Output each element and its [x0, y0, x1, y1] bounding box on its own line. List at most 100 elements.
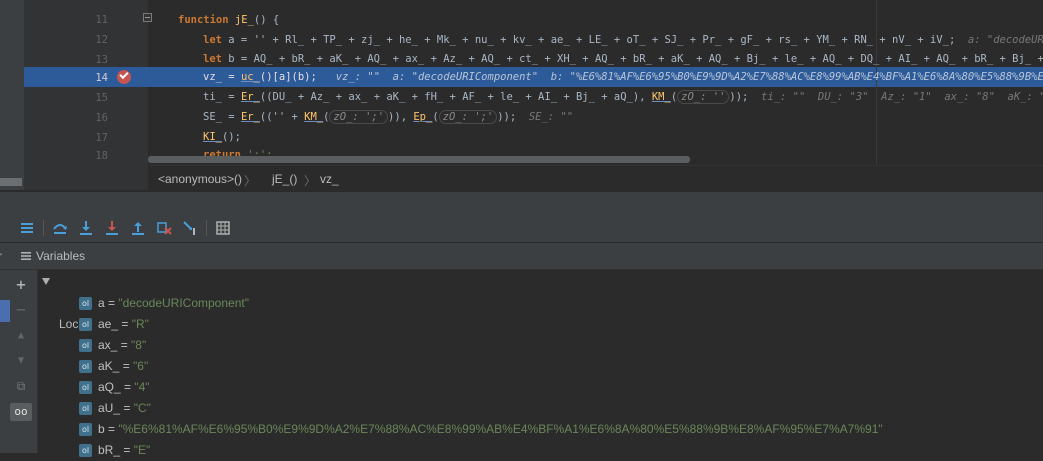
toolbar-separator	[206, 220, 207, 236]
variable-icon: ol	[79, 402, 92, 415]
expand-arrow-icon[interactable]	[42, 278, 50, 285]
function-name: jE_	[228, 14, 254, 26]
variable-row[interactable]: ol aU_ = "C"	[38, 398, 1043, 419]
run-to-cursor-icon[interactable]	[181, 219, 199, 237]
parameter-hint: zO_: ';'	[329, 110, 389, 124]
call-name: KM_	[651, 91, 671, 103]
code-text: SE_ =	[203, 111, 241, 123]
breakpoint-icon[interactable]	[117, 70, 131, 84]
call-name: Er_	[240, 91, 260, 103]
code-text: ));	[729, 91, 749, 103]
call-name: KI_	[203, 131, 222, 143]
keyword: let	[203, 53, 222, 65]
variable-row[interactable]: ol b = "%E6%81%AF%E6%95%B0%E9%9D%A2%E7%88…	[38, 419, 1043, 440]
breadcrumb-item[interactable]: vz_	[320, 172, 339, 186]
force-step-into-icon[interactable]	[103, 219, 121, 237]
toolbar-separator	[43, 220, 44, 236]
selection-edge	[0, 300, 10, 322]
copy-icon[interactable]: ⧉	[12, 377, 30, 395]
move-down-icon[interactable]: ▼	[12, 352, 30, 370]
variable-icon: ol	[79, 444, 92, 457]
variables-side-toolbar: + − ▲ ▼ ⧉ oo	[0, 270, 38, 453]
left-scroll-thumb[interactable]	[0, 178, 22, 186]
variables-header: → Variables	[0, 243, 1043, 270]
code-text: ));	[497, 111, 517, 123]
keyword: let	[203, 34, 222, 46]
code-text: ((DU_ + Az_ + ax_ + aK_ + fH_ + AF_ + le…	[259, 91, 652, 103]
code-text: () {	[253, 14, 280, 26]
code-line: function jE_() {	[178, 10, 279, 30]
code-editor[interactable]: 11 12 13 14 15 16 17 18 function jE_() {…	[0, 0, 1043, 190]
variable-name: bR_	[98, 443, 121, 457]
variable-row[interactable]: ol bR_ = "E"	[38, 440, 1043, 461]
variable-icon: ol	[79, 318, 92, 331]
code-text: ()[a](b);	[259, 71, 317, 83]
show-values-icon[interactable]: oo	[10, 403, 32, 421]
step-out-icon[interactable]	[129, 219, 147, 237]
variable-row[interactable]: ol a = "decodeURIComponent"	[38, 293, 1043, 314]
drop-frame-icon[interactable]	[155, 219, 173, 237]
debugger-toolbar: →	[0, 214, 1043, 243]
code-text: vz_ =	[203, 71, 241, 83]
breadcrumb-item[interactable]: jE_()	[272, 172, 297, 186]
line-number: 13	[95, 54, 108, 66]
line-number-current: 14	[95, 72, 108, 84]
variable-icon: ol	[79, 339, 92, 352]
move-up-icon[interactable]: ▲	[12, 327, 30, 345]
code-text: )),	[388, 111, 414, 123]
variables-list-icon	[20, 249, 32, 267]
code-text: ti_ =	[203, 91, 241, 103]
variable-name: a	[98, 296, 105, 310]
variable-value: "decodeURIComponent"	[118, 296, 249, 310]
line-number: 16	[95, 112, 108, 124]
overflow-arrow-icon[interactable]: →	[0, 221, 12, 239]
code-line: let a = '' + Rl_ + TP_ + zj_ + he_ + Mk_…	[203, 30, 1043, 50]
variable-value: "R"	[131, 317, 149, 331]
code-text: ();	[221, 131, 241, 143]
add-watch-icon[interactable]: +	[12, 276, 30, 294]
call-name: KM_	[304, 111, 324, 123]
line-number: 18	[95, 150, 108, 162]
keyword: function	[178, 14, 229, 26]
editor-left-strip	[0, 0, 24, 190]
step-into-icon[interactable]	[77, 219, 95, 237]
step-over-icon[interactable]	[51, 219, 69, 237]
line-number: 15	[95, 92, 108, 104]
breadcrumb-item[interactable]: <anonymous>()	[158, 172, 242, 186]
variable-name: ae_	[98, 317, 119, 331]
code-line-current: vz_ = uc_()[a](b); vz_: "" a: "decodeURI…	[203, 67, 1043, 87]
call-name: Er_	[240, 111, 260, 123]
variable-row[interactable]: ol aK_ = "6"	[38, 356, 1043, 377]
line-number: 12	[95, 34, 108, 46]
call-name: uc_	[240, 71, 260, 83]
variable-name: ax_	[98, 338, 118, 352]
call-name: Ep_	[413, 111, 433, 123]
code-text: b = AQ_ + bR_ + aK_ + AQ_ + ax_ + Az_ + …	[221, 53, 1043, 65]
parameter-hint: zO_: ';'	[438, 110, 498, 124]
variable-row[interactable]: ol aQ_ = "4"	[38, 377, 1043, 398]
variables-title: Variables	[36, 249, 86, 263]
show-execution-point-icon[interactable]	[18, 219, 36, 237]
variable-value: "C"	[133, 401, 151, 415]
inline-value-hint: ti_: "" DU_: "3" Az_: "1" ax_: "8" aK_: …	[761, 91, 1043, 103]
variable-row[interactable]: ol ae_ = "R"	[38, 314, 1043, 335]
evaluate-expression-icon[interactable]	[214, 219, 232, 237]
remove-watch-icon[interactable]: −	[12, 301, 30, 319]
variable-icon: ol	[79, 297, 92, 310]
inline-value-hint: SE_: ""	[516, 111, 574, 123]
variable-row[interactable]: ol ax_ = "8"	[38, 335, 1043, 356]
code-line: SE_ = Er_(('' + KM_(zO_: ';')), Ep_(zO_:…	[203, 110, 574, 124]
horizontal-scrollbar[interactable]	[148, 156, 690, 163]
variable-name: b	[98, 422, 105, 436]
variable-icon: ol	[79, 381, 92, 394]
fold-marker-icon[interactable]	[143, 13, 152, 22]
overflow-arrow-icon[interactable]: →	[0, 248, 4, 259]
inline-value-hint: vz_: "" a: "decodeURIComponent" b: "%E6%…	[335, 71, 1043, 83]
variables-tree[interactable]: Local ol a = "decodeURIComponent" ol ae_ =…	[38, 270, 1043, 457]
line-number: 11	[95, 14, 108, 26]
variable-value: "6"	[133, 359, 149, 373]
debug-panel-header	[0, 191, 1043, 216]
breadcrumb-separator: 〉	[304, 174, 317, 188]
inline-value-hint: a: "decodeURIComponent"	[967, 34, 1043, 46]
scope-local[interactable]: Local	[38, 272, 1043, 331]
